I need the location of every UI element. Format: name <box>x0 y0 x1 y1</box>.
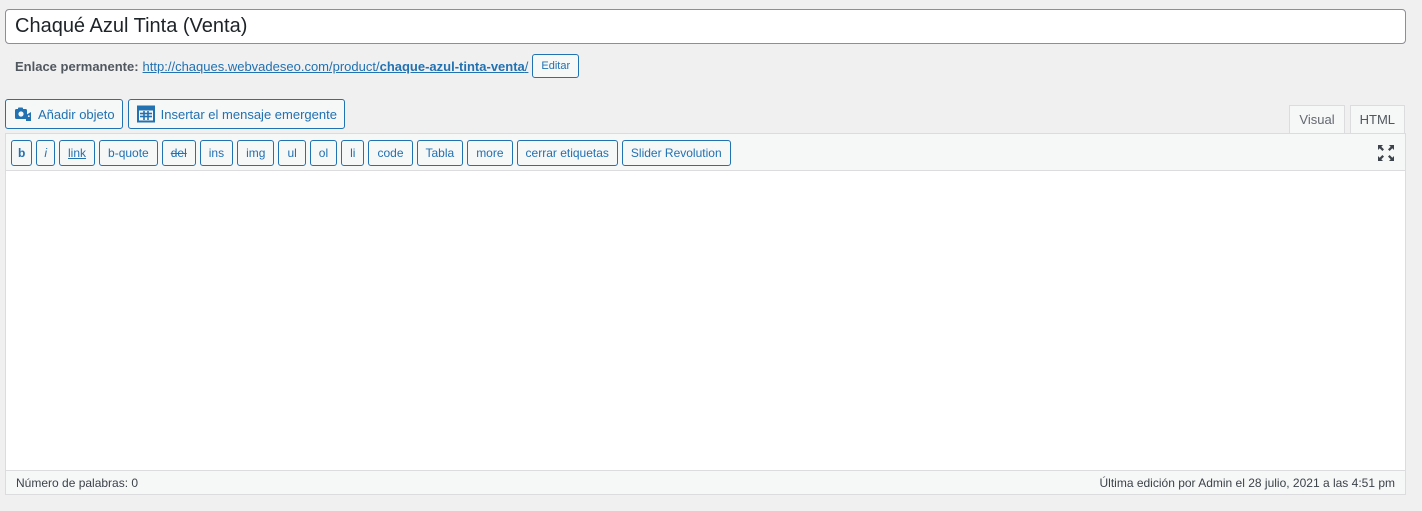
qt-ins-button[interactable]: ins <box>199 140 234 166</box>
insert-popup-button[interactable]: Insertar el mensaje emergente <box>127 99 345 129</box>
tab-visual[interactable]: Visual <box>1289 105 1345 134</box>
qt-del-button[interactable]: del <box>161 140 196 166</box>
qt-li-button[interactable]: li <box>341 140 365 166</box>
add-media-label: Añadir objeto <box>38 106 115 122</box>
qt-img-button[interactable]: img <box>237 140 275 166</box>
content-textarea[interactable] <box>6 171 1405 470</box>
qt-ul-button[interactable]: ul <box>278 140 306 166</box>
quicktags-toolbar: b i link b-quote del ins img ul ol li co… <box>6 134 1405 171</box>
qt-italic-button[interactable]: i <box>36 140 56 166</box>
fullscreen-expand-icon[interactable] <box>1377 144 1395 162</box>
qt-table-button[interactable]: Tabla <box>416 140 464 166</box>
edit-slug-button[interactable]: Editar <box>532 54 580 78</box>
permalink-label: Enlace permanente: <box>15 58 139 74</box>
title-field-wrapper <box>5 9 1406 44</box>
last-edit-info: Última edición por Admin el 28 julio, 20… <box>1099 475 1396 490</box>
editor-container: b i link b-quote del ins img ul ol li co… <box>5 133 1406 495</box>
qt-link-button[interactable]: link <box>59 140 96 166</box>
popup-table-icon <box>136 105 155 123</box>
qt-more-button[interactable]: more <box>467 140 513 166</box>
qt-blockquote-button[interactable]: b-quote <box>99 140 158 166</box>
qt-bold-button[interactable]: b <box>11 140 33 166</box>
add-media-button[interactable]: Añadir objeto <box>5 99 123 129</box>
qt-code-button[interactable]: code <box>368 140 413 166</box>
permalink-slug: chaque-azul-tinta-venta <box>379 58 525 74</box>
qt-ol-button[interactable]: ol <box>309 140 338 166</box>
permalink-url-prefix: http://chaques.webvadeseo.com/product/ <box>142 58 380 74</box>
insert-popup-label: Insertar el mensaje emergente <box>160 106 337 122</box>
media-camera-icon <box>14 105 32 123</box>
media-buttons: Añadir objeto Insertar el mensaje emerge… <box>5 99 345 129</box>
editor-status-bar: Número de palabras: 0 Última edición por… <box>6 470 1405 494</box>
editor-tabs: Visual HTML <box>1289 105 1405 134</box>
permalink-row: Enlace permanente: http://chaques.webvad… <box>15 54 580 78</box>
qt-slider-revolution-button[interactable]: Slider Revolution <box>621 140 731 166</box>
permalink-url-suffix: / <box>524 58 529 74</box>
permalink-link[interactable]: http://chaques.webvadeseo.com/product/ch… <box>143 59 529 74</box>
word-count: Número de palabras: 0 <box>16 475 139 490</box>
qt-close-tags-button[interactable]: cerrar etiquetas <box>516 140 618 166</box>
tab-html[interactable]: HTML <box>1349 105 1405 134</box>
post-title-input[interactable] <box>6 10 1405 43</box>
